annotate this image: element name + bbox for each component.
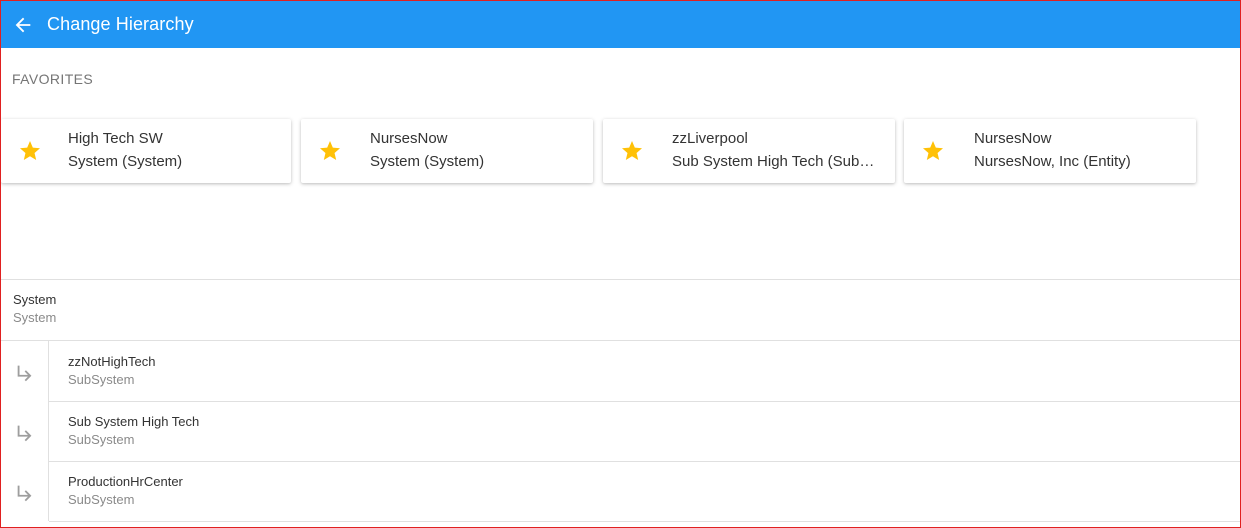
subdirectory-arrow-icon <box>17 425 32 442</box>
node-name: ProductionHrCenter <box>68 474 183 489</box>
subdirectory-arrow-icon <box>17 365 32 382</box>
node-type: System <box>13 310 57 325</box>
back-button[interactable] <box>1 1 45 48</box>
favorite-name: NursesNow <box>370 130 448 147</box>
hierarchy-tree: System System zzNotHighTech SubSystem Su… <box>1 279 1240 522</box>
favorite-subtitle: System (System) <box>370 153 485 170</box>
node-name: Sub System High Tech <box>68 414 200 429</box>
favorite-subtitle: NursesNow, Inc (Entity) <box>974 153 1131 170</box>
arrow-back-icon <box>15 17 31 32</box>
node-type: SubSystem <box>68 432 135 447</box>
child-indent <box>1 461 49 521</box>
favorite-name: High Tech SW <box>68 130 163 147</box>
child-body[interactable]: Sub System High Tech SubSystem <box>49 401 1240 462</box>
hierarchy-child-item[interactable]: ProductionHrCenter SubSystem <box>1 461 1240 522</box>
hierarchy-child-item[interactable]: Sub System High Tech SubSystem <box>1 401 1240 462</box>
hierarchy-child-item[interactable]: zzNotHighTech SubSystem <box>1 341 1240 402</box>
star-icon <box>20 141 40 160</box>
node-name: System <box>13 292 57 307</box>
node-name: zzNotHighTech <box>68 354 156 369</box>
node-type: SubSystem <box>68 372 135 387</box>
favorite-card[interactable]: NursesNow NursesNow, Inc (Entity) <box>904 119 1196 183</box>
star-icon <box>622 141 642 160</box>
star-icon <box>320 141 340 160</box>
hierarchy-root-item[interactable]: System System <box>1 279 1240 341</box>
favorite-card[interactable]: zzLiverpool Sub System High Tech (SubSys… <box>603 119 895 183</box>
favorite-name: zzLiverpool <box>672 130 748 147</box>
node-type: SubSystem <box>68 492 135 507</box>
child-indent <box>1 341 49 401</box>
favorite-subtitle: Sub System High Tech (SubSystem) <box>672 153 882 170</box>
app-bar: Change Hierarchy <box>1 1 1240 48</box>
child-body[interactable]: zzNotHighTech SubSystem <box>49 341 1240 402</box>
favorite-name: NursesNow <box>974 130 1052 147</box>
change-hierarchy-screen: Change Hierarchy FAVORITES High Tech SW … <box>0 0 1241 528</box>
subdirectory-arrow-icon <box>17 485 32 502</box>
favorites-heading: FAVORITES <box>12 71 94 87</box>
page-title: Change Hierarchy <box>47 14 194 34</box>
favorite-subtitle: System (System) <box>68 153 183 170</box>
star-icon <box>923 141 943 160</box>
favorite-card[interactable]: High Tech SW System (System) <box>1 119 291 183</box>
child-indent <box>1 401 49 461</box>
favorites-list: High Tech SW System (System) NursesNow S… <box>1 119 1240 185</box>
child-body[interactable]: ProductionHrCenter SubSystem <box>49 461 1240 522</box>
favorite-card[interactable]: NursesNow System (System) <box>301 119 593 183</box>
